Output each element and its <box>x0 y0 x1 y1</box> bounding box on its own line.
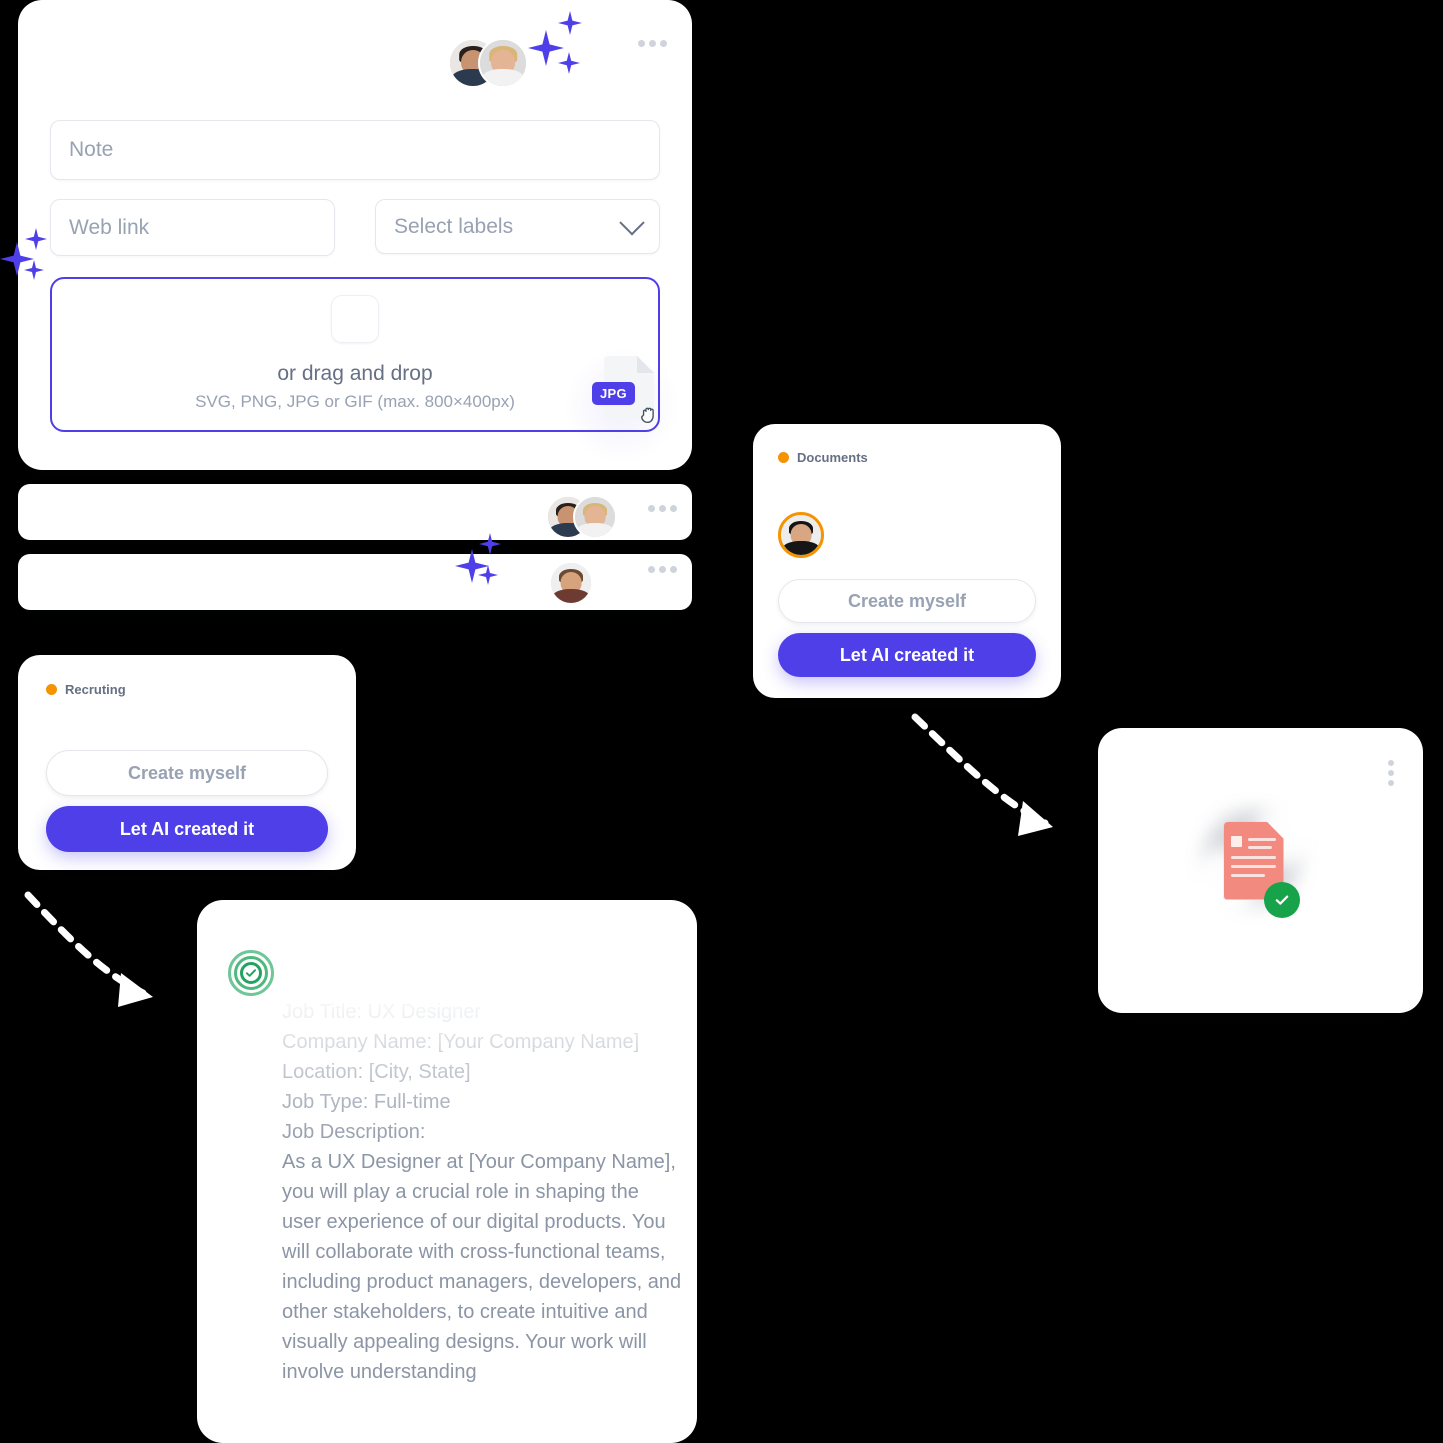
row-overflow-menu[interactable] <box>648 505 677 512</box>
create-myself-button[interactable]: Create myself <box>46 750 328 796</box>
row-overflow-menu[interactable] <box>648 566 677 573</box>
screenshot-root: Note Web link Select labels or drag and … <box>0 0 1443 1443</box>
success-check-badge <box>1263 881 1300 918</box>
let-ai-create-button[interactable]: Let AI created it <box>778 633 1036 677</box>
document-preview-card <box>1098 728 1423 1013</box>
row-avatar-group[interactable] <box>546 495 618 539</box>
jpg-badge-label: JPG <box>592 382 635 405</box>
grab-cursor-icon <box>641 407 654 424</box>
note-input[interactable]: Note <box>50 120 660 180</box>
recruiting-card: Recruting Create myself Let AI created i… <box>18 655 356 870</box>
status-dot-icon <box>46 684 57 695</box>
recruiting-status: Recruting <box>46 682 126 697</box>
note-placeholder: Note <box>69 138 114 161</box>
documents-status: Documents <box>778 450 868 465</box>
chevron-down-icon <box>619 209 645 235</box>
select-labels-dropdown[interactable]: Select labels <box>375 199 660 254</box>
target-check-icon <box>228 950 274 996</box>
web-link-input[interactable]: Web link <box>50 199 335 256</box>
assignee-avatar-group[interactable] <box>448 38 530 88</box>
recruiting-status-label: Recruting <box>65 682 126 697</box>
arrow-recruiting-to-jobdesc <box>24 891 153 1007</box>
jpg-file-icon[interactable]: JPG <box>562 346 682 466</box>
attachment-form-card: Note Web link Select labels or drag and … <box>0 0 692 470</box>
let-ai-create-button[interactable]: Let AI created it <box>46 806 328 852</box>
avatar[interactable] <box>778 512 824 558</box>
status-dot-icon <box>778 452 789 463</box>
file-dropzone[interactable]: or drag and drop SVG, PNG, JPG or GIF (m… <box>50 277 682 466</box>
list-item[interactable] <box>18 484 692 540</box>
sparkle-icon <box>528 10 598 74</box>
upload-button[interactable] <box>331 295 379 343</box>
arrow-documents-to-preview <box>911 713 1053 836</box>
card-overflow-menu[interactable] <box>638 40 667 47</box>
preview-overflow-menu[interactable] <box>1388 760 1394 786</box>
documents-card: Documents Create myself Let AI created i… <box>753 424 1061 698</box>
avatar <box>573 495 617 539</box>
list-item[interactable] <box>18 554 692 610</box>
create-myself-button[interactable]: Create myself <box>778 579 1036 623</box>
avatar <box>478 38 528 88</box>
avatar <box>549 561 593 605</box>
documents-status-label: Documents <box>797 450 868 465</box>
job-description-text: Job Title: UX Designer Company Name: [Yo… <box>282 1001 682 1383</box>
job-description-card: Job Title: UX Designer Company Name: [Yo… <box>197 900 697 1443</box>
web-link-placeholder: Web link <box>69 215 150 239</box>
document-success-illustration <box>1176 786 1346 956</box>
select-labels-value: Select labels <box>394 214 514 238</box>
